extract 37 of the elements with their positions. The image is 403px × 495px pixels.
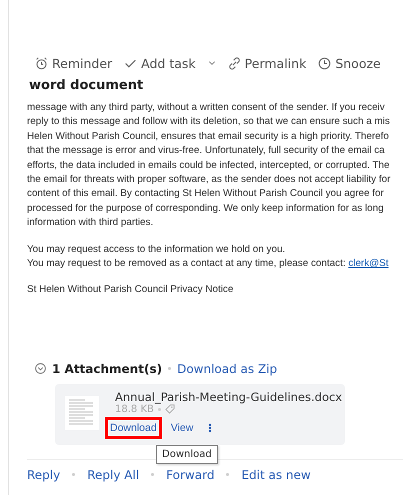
email-subject: word document — [29, 78, 144, 93]
link-icon — [228, 56, 241, 70]
toolbar-button[interactable]: Snooze — [318, 56, 381, 70]
download-zip-link[interactable]: Download as Zip — [177, 362, 278, 376]
document-thumbnail-icon — [65, 396, 99, 430]
body-text-line: processed for the purpose of corresponding. We only keep information for as long — [27, 202, 385, 216]
email-link[interactable]: clerk@St — [348, 258, 389, 270]
toolbar-button[interactable]: Permalink — [228, 56, 306, 70]
body-text-line: message with any third party, without a written consent of the sender. If you receiv — [27, 101, 386, 115]
reply-action-link[interactable]: Edit as new — [241, 468, 311, 482]
clock-icon — [318, 56, 332, 70]
alarm-clock-icon — [35, 56, 48, 70]
tooltip: Download — [156, 445, 218, 464]
reply-action-link[interactable]: Reply — [27, 468, 60, 482]
body-text-line: the email for threats with proper software, as the sender does not accept liability for — [27, 173, 392, 188]
file-name: Annual_Parish-Meeting-Guidelines.docx — [115, 390, 342, 404]
body-text-line: content of this email. By contacting St Helen Without Parish Council you agree for — [27, 187, 385, 202]
collapse-icon[interactable] — [35, 363, 46, 374]
chevron-down-icon[interactable] — [208, 59, 216, 67]
more-options-icon[interactable] — [208, 422, 212, 433]
body-text-line: efforts, the data included in emails could be infected, intercepted, or corrupted. The — [27, 158, 390, 173]
file-size: 18.8 KB — [115, 404, 154, 415]
toolbar-button[interactable]: Reminder — [35, 56, 112, 70]
body-text-line: St Helen Without Parish Council Privacy Notice — [27, 283, 234, 298]
reply-action-link[interactable]: Reply All — [87, 468, 140, 482]
body-text-line: Helen Without Parish Council, ensures that email security is a high priority. Therefo — [27, 130, 390, 144]
tag-icon — [164, 404, 175, 414]
file-action-link[interactable]: Download — [105, 416, 162, 439]
reply-action-link[interactable]: Forward — [166, 468, 214, 482]
body-text-line: You may request to be removed as a contact at any time, please contact: — [27, 258, 347, 270]
file-action-link[interactable]: View — [166, 416, 198, 439]
body-text-line: You may request access to the information we hold on you. — [27, 242, 286, 257]
body-text-line: information with third parties. — [27, 216, 154, 230]
body-text-line: reply to this message and follow with its deletion, so that we can ensure such a mis — [27, 115, 391, 130]
body-text-line: that the message is error and virus-free. Unfortunately, full security of the email ca — [27, 144, 386, 158]
toolbar-button[interactable]: Add task — [124, 56, 196, 70]
attachment-count: 1 Attachment(s) — [52, 362, 162, 376]
